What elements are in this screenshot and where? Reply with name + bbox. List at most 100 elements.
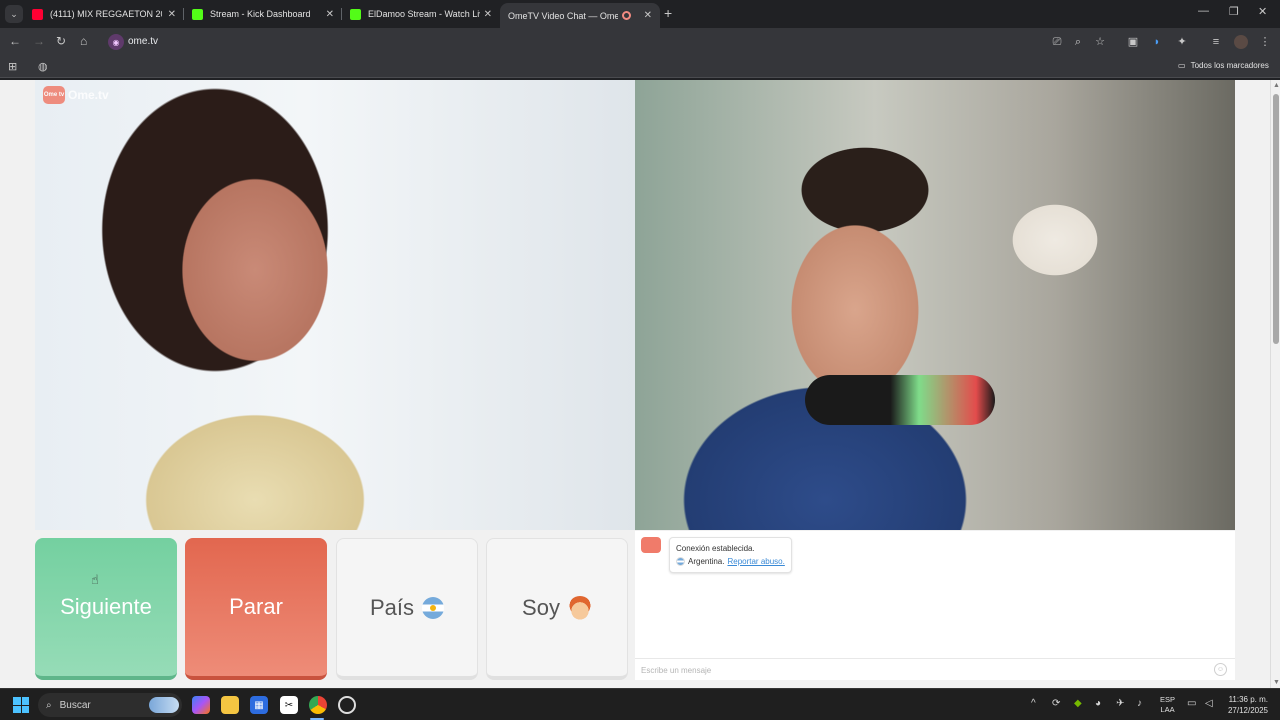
tab-title: OmeTV Video Chat — Ome: [508, 10, 618, 21]
tab-eldamoo-stream[interactable]: ElDamoo Stream - Watch Live o ✕: [342, 3, 500, 25]
language-code: ESP: [1160, 695, 1176, 704]
connection-status-text: Conexión establecida.: [676, 544, 755, 553]
profile-avatar[interactable]: [1234, 35, 1248, 49]
minimize-icon[interactable]: —: [1198, 5, 1209, 17]
system-message: Conexión establecida. Argentina. Reporta…: [669, 537, 792, 573]
translate-extension-icon[interactable]: ◗: [1150, 35, 1164, 49]
copilot-icon[interactable]: [192, 696, 210, 714]
reload-icon[interactable]: ↻: [56, 34, 66, 48]
kick-icon: [192, 8, 203, 20]
vpn-icon[interactable]: ✈: [1116, 698, 1124, 709]
keyboard-language[interactable]: ESP LAA: [1160, 695, 1175, 715]
tab-title: ElDamoo Stream - Watch Live o: [368, 9, 480, 19]
kick-icon: [350, 8, 361, 20]
close-window-icon[interactable]: ✕: [1258, 5, 1267, 18]
discord-icon[interactable]: ◕: [1095, 698, 1101, 709]
ometv-logo: Ome tv Ome.tv: [43, 86, 109, 104]
all-bookmarks-folder[interactable]: ▭ Todos los marcadores: [1178, 61, 1269, 70]
chat-input-bar: ☺: [635, 658, 1235, 680]
layout-code: LAA: [1160, 705, 1175, 714]
bookmarks-folder-label: Todos los marcadores: [1190, 61, 1269, 70]
tab-search-button[interactable]: ⌄: [5, 5, 23, 23]
ometv-chat-logo-icon: [641, 537, 661, 553]
extension-icon[interactable]: ▣: [1126, 35, 1140, 49]
close-icon[interactable]: ✕: [326, 9, 334, 20]
ometv-logo-text: Ome.tv: [68, 88, 109, 102]
nvidia-icon[interactable]: ◆: [1074, 698, 1082, 709]
browser-toolbar: ← → ↻ ⌂ ◉ ome.tv ⎚ ⌕ ☆ ▣ ◗ ✦ ≡ ⋮: [0, 28, 1280, 56]
report-abuse-link[interactable]: Reportar abuso.: [727, 555, 784, 568]
capcut-icon[interactable]: ✂: [280, 696, 298, 714]
emoji-icon[interactable]: ☺: [1214, 663, 1227, 676]
tab-kick-dashboard[interactable]: Stream - Kick Dashboard ✕: [184, 3, 342, 25]
ometv-logo-badge: Ome tv: [43, 86, 65, 104]
clock-time: 11:36 p. m.: [1228, 695, 1268, 704]
address-bar[interactable]: ◉ ome.tv: [104, 31, 1120, 53]
chrome-icon[interactable]: [309, 696, 327, 714]
back-icon[interactable]: ←: [9, 34, 21, 48]
country-button-label: País: [369, 594, 415, 620]
install-app-icon[interactable]: ⎚: [1050, 35, 1064, 49]
network-icon[interactable]: ▭: [1187, 698, 1196, 709]
scroll-up-icon[interactable]: ▲: [1273, 82, 1280, 89]
microsoft-store-icon[interactable]: ▦: [250, 696, 268, 714]
gender-button[interactable]: Soy: [486, 538, 628, 680]
sync-icon[interactable]: ⟳: [1052, 698, 1060, 709]
country-button[interactable]: País: [336, 538, 478, 680]
menu-kebab-icon[interactable]: ⋮: [1258, 35, 1272, 49]
extensions-puzzle-icon[interactable]: ✦: [1175, 35, 1189, 49]
bookmark-star-icon[interactable]: ☆: [1093, 35, 1107, 49]
stranger-country-text: Argentina.: [688, 557, 725, 566]
zoom-icon[interactable]: ⌕: [1071, 35, 1085, 49]
message-input[interactable]: [641, 663, 1201, 677]
microphone-icon[interactable]: ♪: [1137, 698, 1142, 709]
obs-icon[interactable]: [338, 696, 356, 714]
gender-button-label: Soy: [522, 594, 560, 620]
site-info-icon[interactable]: ◉: [108, 34, 124, 50]
mouse-pointer-icon: ☝: [91, 572, 99, 587]
page-scrollbar[interactable]: ▲ ▼: [1270, 80, 1280, 688]
tray-chevron-icon[interactable]: ^: [1031, 698, 1036, 709]
file-explorer-icon[interactable]: [221, 696, 239, 714]
restore-icon[interactable]: ❐: [1229, 5, 1239, 18]
argentina-flag-icon: [422, 596, 445, 619]
bookmarks-bar: ⊞ ◍ ▭ Todos los marcadores: [0, 56, 1280, 78]
forward-icon[interactable]: →: [33, 34, 45, 48]
argentina-flag-icon: [676, 557, 685, 566]
tab-title: (4111) MIX REGGAETON 2025 |: [50, 9, 162, 19]
chat-panel: Conexión establecida. Argentina. Reporta…: [635, 531, 1235, 680]
windows-taskbar: ⌕ Buscar ▦ ✂ ^ ⟳ ◆ ◕ ✈ ♪ ESP LAA ▭ ◁ 11:…: [0, 688, 1280, 720]
close-icon[interactable]: ✕: [168, 9, 176, 20]
tab-ometv[interactable]: OmeTV Video Chat — Ome ✕: [500, 3, 660, 28]
home-icon[interactable]: ⌂: [80, 34, 87, 48]
windows-start-icon[interactable]: [13, 697, 29, 713]
taskbar-search-label: Buscar: [59, 699, 91, 711]
clock[interactable]: 11:36 p. m. 27/12/2025: [1222, 694, 1268, 716]
chevron-down-icon: ⌄: [10, 8, 18, 19]
next-button[interactable]: Siguiente: [35, 538, 177, 680]
stop-button-label: Parar: [229, 594, 283, 619]
close-icon[interactable]: ✕: [484, 9, 492, 20]
clock-date: 27/12/2025: [1227, 706, 1268, 715]
boy-avatar-icon: [567, 595, 592, 620]
tab-title: Stream - Kick Dashboard: [210, 9, 311, 19]
own-camera-video: [635, 80, 1235, 530]
apps-grid-icon[interactable]: ⊞: [8, 60, 17, 73]
ometv-page: Ome tv Ome.tv Siguiente Parar País Soy ☝…: [0, 80, 1270, 688]
taskbar-search[interactable]: ⌕ Buscar: [38, 693, 182, 717]
close-icon[interactable]: ✕: [644, 10, 652, 21]
volume-icon[interactable]: ◁: [1205, 698, 1213, 709]
microphone-rgb-image: [805, 375, 995, 425]
scrollbar-thumb[interactable]: [1273, 94, 1279, 344]
scroll-down-icon[interactable]: ▼: [1273, 679, 1280, 686]
new-tab-button[interactable]: +: [664, 5, 672, 21]
next-button-label: Siguiente: [60, 594, 152, 619]
tab-youtube[interactable]: (4111) MIX REGGAETON 2025 | ✕: [24, 3, 184, 25]
globe-icon[interactable]: ◍: [38, 60, 48, 73]
recording-icon: [622, 11, 631, 20]
search-icon: ⌕: [46, 699, 52, 711]
folder-icon: ▭: [1178, 61, 1186, 70]
tab-strip: ⌄ (4111) MIX REGGAETON 2025 | ✕ Stream -…: [0, 0, 1280, 28]
media-controls-icon[interactable]: ≡: [1209, 35, 1223, 49]
stop-button[interactable]: Parar: [185, 538, 327, 680]
